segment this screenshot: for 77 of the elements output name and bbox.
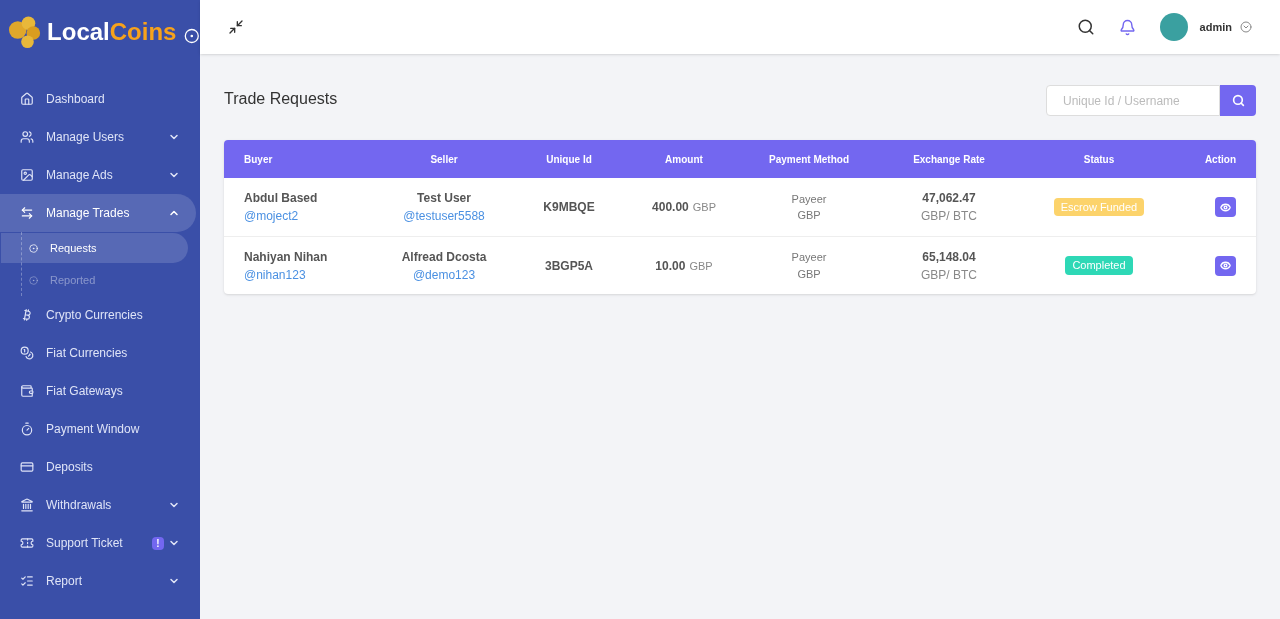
payment-method: Payeer [791,250,827,265]
amount-currency: GBP [689,258,713,274]
view-button[interactable] [1215,197,1236,217]
sidebar-item[interactable]: Payment Window [0,410,196,448]
column-header: Seller [430,152,458,167]
coins-icon [20,346,34,360]
sidebar-item[interactable]: Report [0,562,196,600]
sidebar-item[interactable]: Dashboard [0,80,196,118]
status-badge: Escrow Funded [1053,197,1145,217]
list-icon [20,574,34,588]
view-button[interactable] [1215,255,1236,276]
payment-currency: GBP [797,208,821,223]
circle-dot-icon [29,275,38,285]
payment-currency: GBP [797,266,821,282]
chevron-down-icon[interactable] [1240,21,1252,33]
home-icon [20,92,34,106]
search-field[interactable]: Unique Id / Username [1046,85,1220,116]
column-header: Exchange Rate [913,152,985,167]
eye-icon [1220,260,1231,271]
seller-link[interactable]: @testuser5588 [403,207,485,225]
seller-name: Test User [417,190,471,207]
sidebar-item[interactable]: Manage Users [0,118,196,156]
buyer-name: Abdul Based [244,190,318,207]
unique-id: 3BGP5A [545,257,593,275]
eye-icon [1220,201,1231,213]
amount-value: 400.00 [652,199,689,216]
column-header: Status [1083,152,1115,167]
buyer-link[interactable]: @nihan123 [244,265,306,284]
users-icon [20,130,34,144]
page-title: Trade Requests [224,89,338,109]
sidebar-item[interactable]: Fiat Gateways [0,372,196,410]
rate-unit: GBP/ BTC [921,208,977,225]
image-icon [20,168,34,182]
sidebar-item[interactable]: Deposits [0,448,196,486]
search-icon[interactable] [1076,18,1095,36]
alert-badge: ! [152,536,164,550]
unique-id: K9MBQE [543,199,595,216]
collapse-icon[interactable] [228,19,244,35]
submenu-item[interactable]: Requests [1,233,188,263]
arrows-icon [20,206,34,220]
sidebar-item[interactable]: Withdrawals [0,486,196,524]
bell-icon[interactable] [1118,18,1136,36]
avatar-icon[interactable] [1159,13,1188,41]
column-header: Unique Id [546,152,592,167]
sidebar-item[interactable]: Crypto Currencies [0,296,196,334]
user-name[interactable]: admin [1199,18,1232,36]
amount-currency: GBP [692,200,716,215]
ticket-icon [20,536,34,550]
buyer-link[interactable]: @moject2 [244,207,299,225]
search-button[interactable] [1220,85,1256,116]
rate-unit: GBP/ BTC [921,266,977,284]
sidebar-item[interactable]: Fiat Currencies [0,334,196,372]
bitcoin-icon [20,308,34,322]
brand-name-second: Coins [109,20,177,44]
sidebar-item[interactable]: Support Ticket ! [0,524,196,562]
payment-method: Payeer [791,191,827,207]
search-icon [1231,94,1245,107]
rate-value: 65,148.04 [922,248,976,266]
card-icon [20,460,34,474]
sidebar-item[interactable]: Manage Trades [0,194,196,232]
circle-dot-icon [29,243,38,253]
column-header: Buyer [243,152,273,167]
buyer-name: Nahiyan Nihan [244,248,328,266]
amount-value: 10.00 [655,257,686,275]
seller-name: Alfread Dcosta [401,248,487,266]
timer-icon [20,422,34,436]
sidebar-toggle-icon[interactable] [184,28,200,44]
wallet-icon [20,384,34,398]
seller-link[interactable]: @demo123 [412,265,476,284]
brand-name-first: Local [47,20,110,44]
rate-value: 47,062.47 [922,190,976,207]
status-badge: Completed [1065,256,1133,275]
column-header: Action [1204,152,1237,167]
column-header: Amount [665,152,703,167]
bank-icon [20,498,34,512]
column-header: Payment Method [769,152,849,167]
sidebar-item[interactable]: Manage Ads [0,156,196,194]
